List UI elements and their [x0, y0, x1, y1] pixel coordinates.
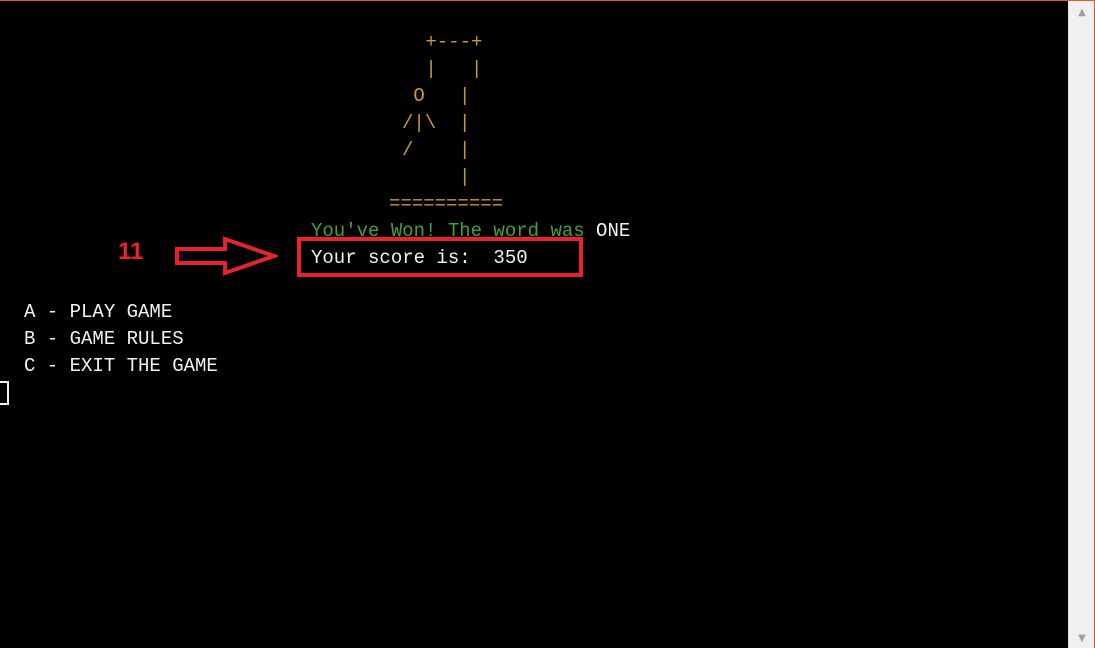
gallows-base: ==========	[389, 193, 504, 215]
right-arrow-icon	[175, 236, 278, 276]
text-cursor	[0, 381, 9, 405]
menu-option-play: A - PLAY GAME	[24, 301, 173, 323]
annotation-highlight-box	[297, 237, 583, 277]
menu-option-rules: B - GAME RULES	[24, 328, 184, 350]
gallows-line-6: |	[402, 166, 471, 188]
annotation-step-number: 11	[118, 238, 144, 265]
gallows-line-2: | |	[414, 58, 483, 80]
gallows-line-4: /|\ |	[402, 112, 471, 134]
gallows-line-3: O |	[402, 85, 471, 107]
vertical-scrollbar[interactable]: ▲ ▼	[1068, 1, 1094, 648]
triangle-up-icon[interactable]: ▲	[1069, 7, 1095, 18]
terminal-screen[interactable]: +---+ | | O | /|\ | / | | ========== You…	[0, 1, 1068, 648]
gallows-line-5: / |	[402, 139, 471, 161]
triangle-down-icon[interactable]: ▼	[1069, 633, 1095, 644]
win-word: ONE	[596, 220, 631, 242]
menu-option-exit: C - EXIT THE GAME	[24, 355, 218, 377]
gallows-line-1: +---+	[414, 31, 483, 53]
